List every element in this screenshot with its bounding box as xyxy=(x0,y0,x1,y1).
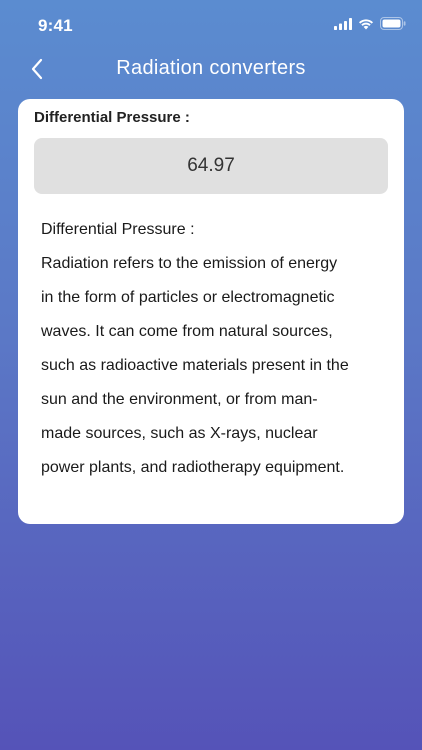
status-icons xyxy=(334,17,406,30)
description-line: Radiation refers to the emission of ener… xyxy=(41,255,338,272)
description-line: such as radioactive materials present in… xyxy=(41,357,349,374)
value-display[interactable]: 64.97 xyxy=(34,138,388,194)
description-heading: Differential Pressure : xyxy=(41,221,195,238)
signal-icon xyxy=(334,17,352,30)
description-line: in the form of particles or electromagne… xyxy=(41,289,335,306)
description: Differential Pressure : Radiation refers… xyxy=(41,213,391,485)
header: Radiation converters xyxy=(0,52,422,86)
battery-icon xyxy=(380,17,406,30)
description-line: power plants, and radiotherapy equipment… xyxy=(41,459,345,476)
wifi-icon xyxy=(358,18,374,30)
status-bar: 9:41 xyxy=(0,0,422,52)
field-label: Differential Pressure : xyxy=(34,109,190,126)
converter-card: Differential Pressure : 64.97 Differenti… xyxy=(18,99,404,524)
description-line: waves. It can come from natural sources, xyxy=(41,323,333,340)
page-title: Radiation converters xyxy=(116,57,306,79)
description-line: sun and the environment, or from man- xyxy=(41,391,318,408)
description-line: made sources, such as X-rays, nuclear xyxy=(41,425,318,442)
status-time: 9:41 xyxy=(38,16,73,35)
